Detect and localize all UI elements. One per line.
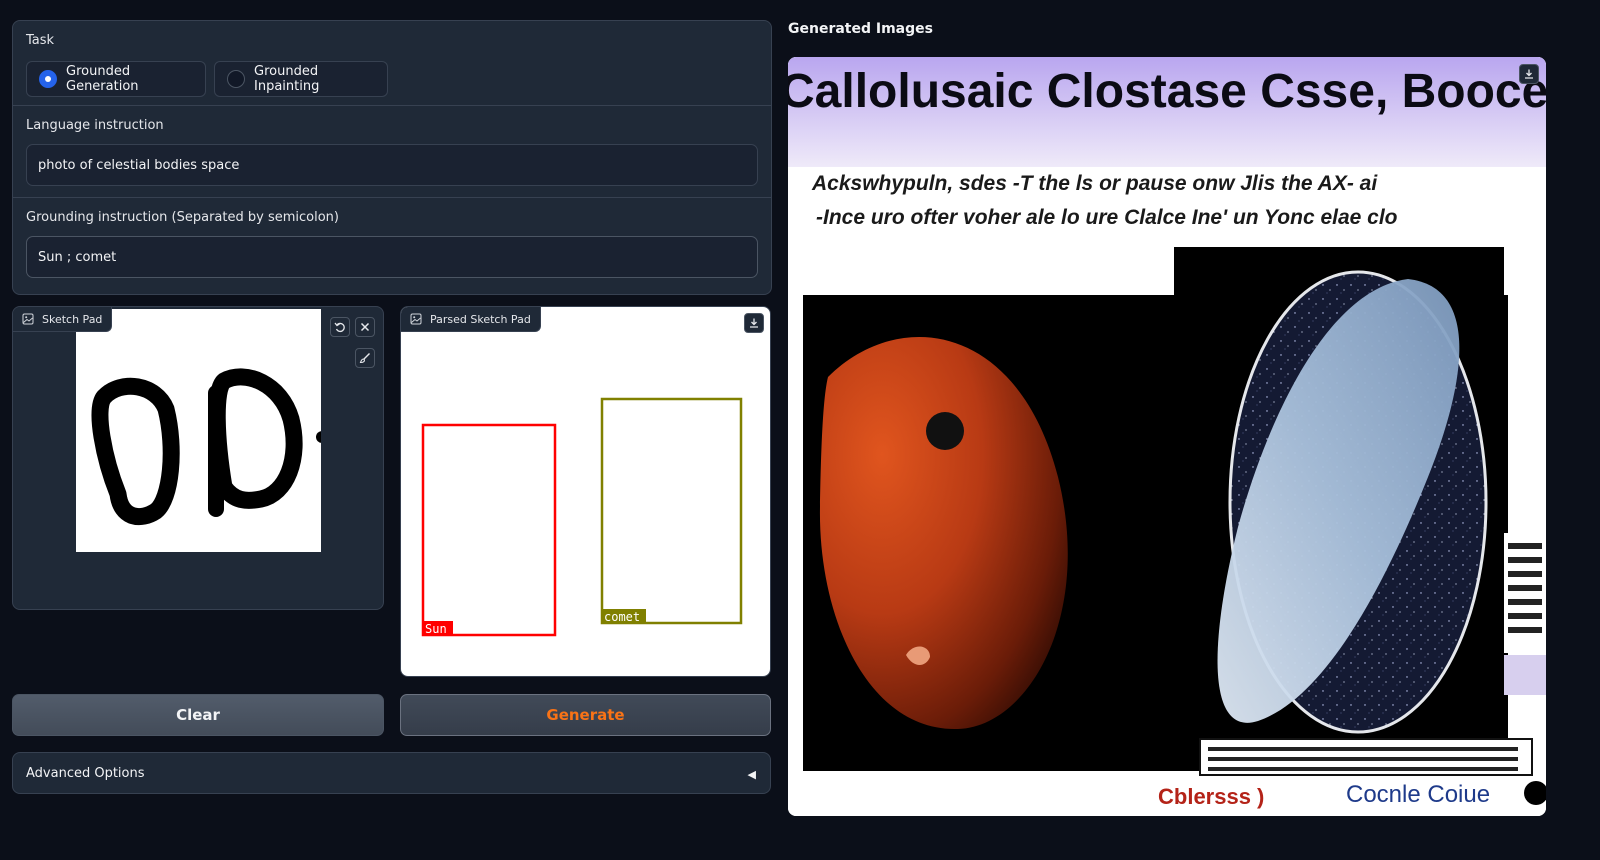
download-image-button[interactable] xyxy=(1519,64,1539,84)
radio-label: Grounded Inpainting xyxy=(254,64,320,94)
parsed-sketch-pad-title: Parsed Sketch Pad xyxy=(430,312,531,326)
sketch-pad[interactable]: Sketch Pad xyxy=(12,306,384,610)
generate-button[interactable]: Generate xyxy=(400,694,771,736)
radio-grounded-inpainting[interactable]: Grounded Inpainting xyxy=(214,61,388,97)
parsed-boxes: Sun comet xyxy=(421,397,743,637)
image-line-2: -Ince uro ofter voher ale lo ure Clalce … xyxy=(816,206,1398,229)
undo-button[interactable] xyxy=(330,317,350,337)
divider xyxy=(13,197,771,198)
generated-image-artwork: Callolusaic Clostase Csse, Booce Ackswhy… xyxy=(788,57,1546,816)
image-line-1: Ackswhypuln, sdes -T the ls or pause onw… xyxy=(811,172,1378,195)
comet-box xyxy=(600,397,743,625)
comet-box-label: comet xyxy=(604,610,640,624)
task-form-panel: Task Grounded Generation Grounded Inpain… xyxy=(12,20,772,295)
image-caption-right: Cocnle Coiue xyxy=(1346,781,1490,808)
undo-icon xyxy=(334,322,345,333)
download-button[interactable] xyxy=(744,313,764,333)
brush-icon xyxy=(359,353,370,364)
sketch-pad-title: Sketch Pad xyxy=(42,312,103,326)
image-caption-left: Cblersss ) xyxy=(1158,784,1264,809)
sketch-strokes xyxy=(91,368,328,526)
language-instruction-input[interactable]: photo of celestial bodies space xyxy=(26,144,758,186)
grounding-instruction-label: Grounding instruction (Separated by semi… xyxy=(26,210,339,225)
parsed-sketch-pad: Parsed Sketch Pad Sun comet xyxy=(400,306,771,677)
generated-image[interactable]: Callolusaic Clostase Csse, Booce Ackswhy… xyxy=(788,57,1546,816)
download-icon xyxy=(750,318,758,328)
image-icon xyxy=(410,313,422,325)
sun-box xyxy=(421,423,557,637)
advanced-options-label: Advanced Options xyxy=(26,766,145,781)
close-icon xyxy=(360,322,370,332)
sketch-pad-label: Sketch Pad xyxy=(13,307,113,332)
radio-grounded-generation[interactable]: Grounded Generation xyxy=(26,61,206,97)
generated-images-title: Generated Images xyxy=(788,21,933,37)
download-icon xyxy=(1525,69,1533,79)
radio-label: Grounded Generation xyxy=(66,64,139,94)
brush-button[interactable] xyxy=(355,348,375,368)
language-instruction-label: Language instruction xyxy=(26,118,164,133)
triangle-left-icon[interactable]: ◀ xyxy=(748,768,756,781)
clear-button[interactable]: Clear xyxy=(12,694,384,736)
image-headline: Callolusaic Clostase Csse, Booce xyxy=(788,65,1546,118)
image-icon xyxy=(22,313,34,325)
radio-unchecked-icon[interactable] xyxy=(227,70,245,88)
radio-checked-icon[interactable] xyxy=(39,70,57,88)
parsed-sketch-pad-label: Parsed Sketch Pad xyxy=(401,307,541,332)
grounding-instruction-input[interactable]: Sun ; comet xyxy=(26,236,758,278)
drawing-canvas[interactable] xyxy=(76,309,328,552)
advanced-options-accordion[interactable]: Advanced Options ◀ xyxy=(12,752,771,794)
divider xyxy=(13,105,771,106)
clear-sketch-button[interactable] xyxy=(355,317,375,337)
sun-box-label: Sun xyxy=(425,622,447,636)
task-label: Task xyxy=(26,33,55,48)
